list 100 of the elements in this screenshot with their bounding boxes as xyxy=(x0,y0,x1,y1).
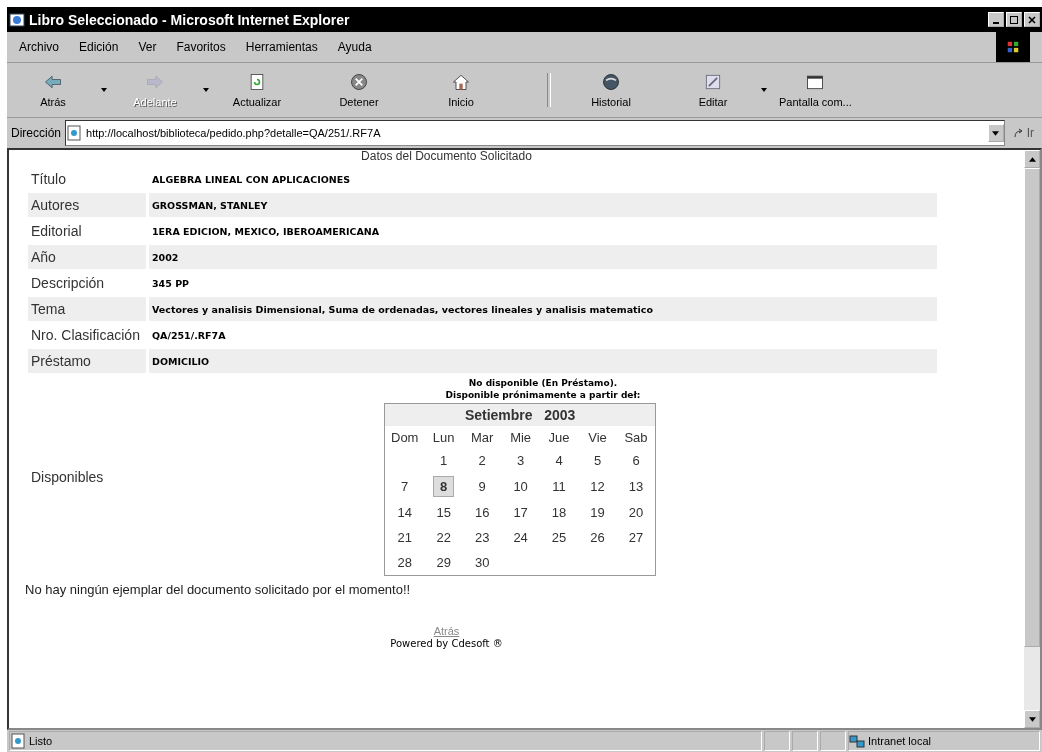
toolbar-button[interactable]: Inicio xyxy=(425,72,497,108)
back-link[interactable]: Atrás xyxy=(433,625,460,637)
menu-item[interactable]: Herramientas xyxy=(245,40,318,54)
weekday-label: Dom xyxy=(391,429,419,445)
calendar-day: 3 xyxy=(511,451,531,470)
calendar-day: 22 xyxy=(430,528,457,547)
menu-item[interactable]: Favoritos xyxy=(176,40,226,54)
field-value: 2002 xyxy=(149,245,937,269)
field-value: ALGEBRA LINEAL CON APLICACIONES xyxy=(151,172,352,187)
field-value: Vectores y analisis Dimensional, Suma de ordenadas, vectores lineales y analisis matematico xyxy=(149,297,937,321)
calendar-day: 20 xyxy=(622,503,650,522)
calendar-day: 13 xyxy=(622,477,650,496)
toolbar-button[interactable]: Atrás xyxy=(17,72,89,108)
field-value: GROSSMAN, STANLEY xyxy=(149,193,937,217)
network-icon xyxy=(849,733,865,749)
go-button[interactable]: Ir xyxy=(1008,126,1038,140)
calendar-day: 30 xyxy=(468,553,496,572)
weekday-label: Lun xyxy=(432,429,455,445)
toolbar-button[interactable]: Pantalla com... xyxy=(779,72,852,108)
calendar-day: 29 xyxy=(430,553,457,572)
scrollbar[interactable] xyxy=(1024,150,1040,728)
toolbar-button[interactable]: Editar xyxy=(677,72,749,108)
availability-status: No disponible (En Préstamo). xyxy=(467,377,619,389)
menu-item[interactable]: Edición xyxy=(79,40,119,54)
minimize-icon xyxy=(993,21,999,24)
calendar-day: 4 xyxy=(549,451,569,470)
weekday-label: Sab xyxy=(624,429,648,445)
calendar-day: 9 xyxy=(472,477,492,496)
field-label: Año xyxy=(28,245,146,269)
go-arrow-icon xyxy=(1012,127,1025,139)
weekday-label: Mar xyxy=(470,429,494,445)
calendar-day: 14 xyxy=(391,503,418,522)
caret-icon[interactable] xyxy=(761,88,767,92)
field-label: Autores xyxy=(28,193,146,217)
month-title: Setiembre 2003 xyxy=(384,403,656,426)
calendar-day: 8 xyxy=(433,476,455,497)
left-arrow-icon xyxy=(43,72,63,92)
field-label: Disponibles xyxy=(30,467,105,487)
calendar-day: 25 xyxy=(545,528,573,547)
message-text: No hay ningún ejemplar del documento solicitado por el momento!! xyxy=(25,582,412,597)
calendar-day: 27 xyxy=(622,528,650,547)
menu-item[interactable]: Archivo xyxy=(19,40,59,54)
calendar-day: 5 xyxy=(587,451,608,470)
close-icon xyxy=(1027,14,1037,25)
calendar-day: 12 xyxy=(584,477,611,496)
calendar-day: 11 xyxy=(546,477,572,496)
field-label: Nro. Clasificación xyxy=(30,326,141,345)
calendar-day: 16 xyxy=(468,503,496,522)
toolbar-button[interactable]: Actualizar xyxy=(221,72,293,108)
calendar-day: 24 xyxy=(507,528,534,547)
toolbar-button[interactable]: Detener xyxy=(323,72,395,108)
weekday-label: Jue xyxy=(548,429,570,445)
calendar-day: 1 xyxy=(434,451,454,470)
caret-icon xyxy=(992,130,1000,136)
field-value: 1ERA EDICION, MEXICO, IBEROAMERICANA xyxy=(151,224,381,239)
page-heading: Datos del Documento Solicitado xyxy=(360,149,533,163)
status-text: Listo xyxy=(29,735,53,747)
calendar-day: 6 xyxy=(626,451,646,470)
calendar-day: 21 xyxy=(391,528,418,547)
calendar-day: 23 xyxy=(468,528,496,547)
field-label: Título xyxy=(30,170,67,189)
browser-icon xyxy=(9,11,25,28)
calendar-day: 10 xyxy=(507,477,534,496)
calendar-day: 26 xyxy=(584,528,611,547)
edit-icon xyxy=(703,72,723,92)
close-button[interactable] xyxy=(1024,12,1040,27)
menu-item[interactable]: Ver xyxy=(138,40,157,54)
calendar-day: 7 xyxy=(395,477,415,496)
powered-by-text: Powered by Cdesoft ® xyxy=(390,638,503,649)
weekday-label: Mie xyxy=(510,429,532,445)
minimize-button[interactable] xyxy=(988,12,1004,27)
up-arrow-icon xyxy=(1028,156,1036,162)
menu-item[interactable]: Ayuda xyxy=(337,40,372,54)
stop-icon xyxy=(349,72,369,92)
calendar-day: 18 xyxy=(545,503,573,522)
calendar-day: 28 xyxy=(391,553,418,572)
address-field[interactable]: http://localhost/biblioteca/pedido.php?detalle=QA/251/.RF7A xyxy=(65,120,1005,146)
field-label: Descripción xyxy=(30,274,106,293)
field-label: Tema xyxy=(28,297,146,321)
home-icon xyxy=(451,72,471,92)
zone-text: Intranet local xyxy=(868,735,931,747)
maximize-icon xyxy=(1009,14,1019,25)
dropdown-button[interactable] xyxy=(987,124,1004,142)
down-arrow-icon xyxy=(1028,716,1036,722)
page-icon xyxy=(66,125,82,141)
address-label: Dirección xyxy=(11,126,61,140)
field-label: Editorial xyxy=(30,222,83,241)
window-title: Libro Seleccionado - Microsoft Internet Explorer xyxy=(29,11,351,28)
toolbar-button[interactable]: Historial xyxy=(575,72,647,108)
globe-icon xyxy=(601,72,621,92)
caret-icon[interactable] xyxy=(101,88,107,92)
calendar-day: 17 xyxy=(507,503,534,522)
calendar-day: 2 xyxy=(472,451,492,470)
calendar-day: 15 xyxy=(430,503,457,522)
weekday-label: Vie xyxy=(588,429,607,445)
field-value: DOMICILIO xyxy=(149,349,937,373)
calendar-day: 19 xyxy=(584,503,611,522)
field-label: Préstamo xyxy=(28,349,146,373)
field-value: QA/251/.RF7A xyxy=(151,328,227,343)
maximize-button[interactable] xyxy=(1006,12,1022,27)
